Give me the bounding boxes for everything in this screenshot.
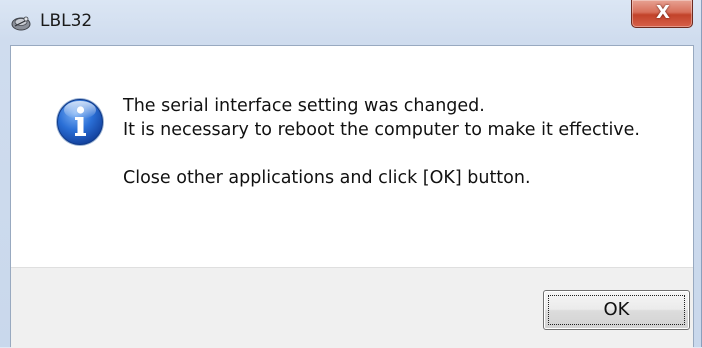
lbl32-app-icon xyxy=(11,16,31,31)
ok-button-label: OK xyxy=(603,299,630,320)
title-bar[interactable]: LBL32 X xyxy=(0,0,702,44)
message-spacer xyxy=(123,142,640,166)
close-button[interactable]: X xyxy=(631,0,693,28)
button-bar: OK xyxy=(11,267,693,348)
information-icon xyxy=(56,98,104,146)
message-line-2: It is necessary to reboot the computer t… xyxy=(123,120,640,140)
dialog-client-area: The serial interface setting was changed… xyxy=(10,45,694,348)
ok-button[interactable]: OK xyxy=(543,290,690,330)
window-title: LBL32 xyxy=(40,11,93,31)
dialog-window: LBL32 X The serial interface setting was… xyxy=(0,0,702,348)
message-text: The serial interface setting was changed… xyxy=(123,94,640,190)
close-icon: X xyxy=(656,2,670,23)
message-line-1: The serial interface setting was changed… xyxy=(123,96,485,116)
message-line-3: Close other applications and click [OK] … xyxy=(123,168,531,188)
message-area: The serial interface setting was changed… xyxy=(11,46,693,267)
